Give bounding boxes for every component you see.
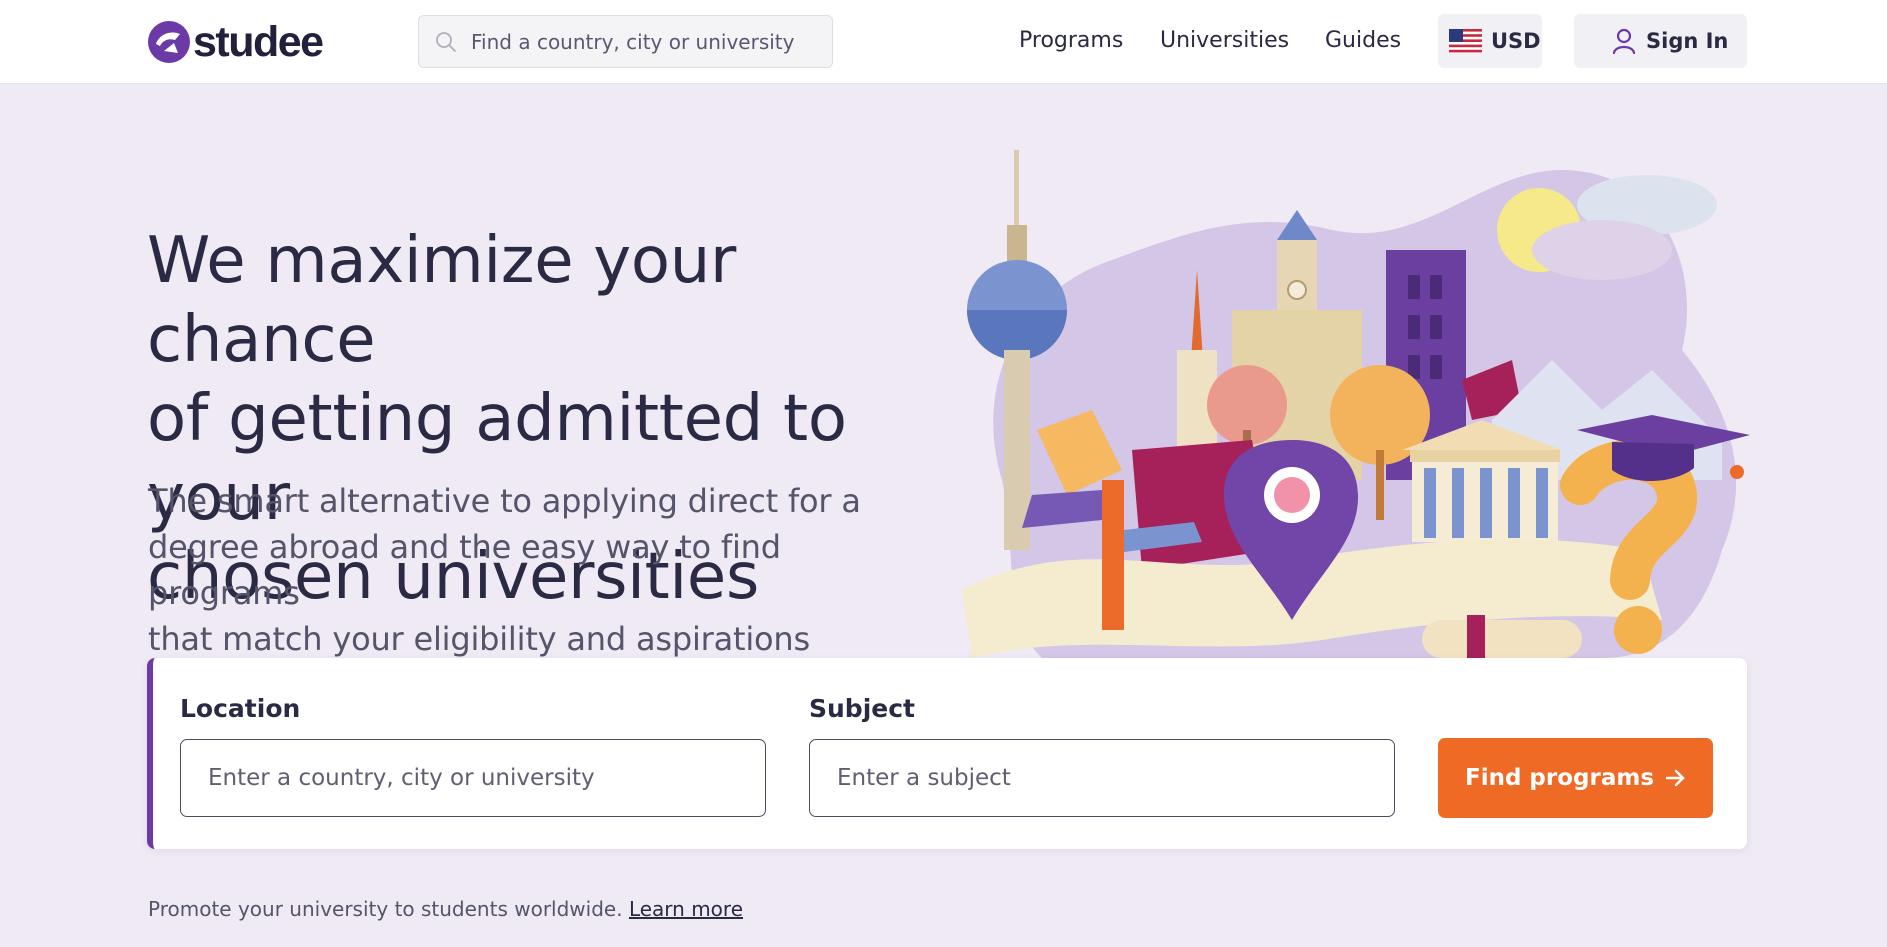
studee-logo[interactable]: studee [147,17,324,66]
sign-in-button[interactable]: Sign In [1574,14,1747,68]
us-flag-icon [1449,29,1482,53]
header-search[interactable] [418,15,833,68]
find-programs-label: Find programs [1464,765,1655,791]
nav-guides[interactable]: Guides [1325,28,1401,53]
currency-selector[interactable]: USD [1438,14,1542,68]
currency-label: USD [1491,29,1541,53]
location-label: Location [180,694,301,723]
sign-in-label: Sign In [1646,29,1729,53]
program-search-card: Location Subject Find programs [147,658,1747,849]
subhead-line-1: The smart alternative to applying direct… [148,482,861,520]
promo-text: Promote your university to students worl… [148,897,623,921]
studee-logo-icon [148,21,190,63]
hero-subheading: The smart alternative to applying direct… [148,478,908,662]
user-icon [1612,28,1636,54]
subject-input[interactable] [809,739,1395,817]
promo-line: Promote your university to students worl… [148,897,743,921]
arrow-right-icon [1666,769,1685,787]
header-search-input[interactable] [471,29,831,54]
learn-more-link[interactable]: Learn more [629,897,743,921]
subhead-line-3: that match your eligibility and aspirati… [148,620,810,658]
nav-programs[interactable]: Programs [1019,28,1123,53]
subhead-line-2: degree abroad and the easy way to find p… [148,528,781,612]
search-icon [436,31,456,52]
logo-text: studee [193,17,324,66]
subject-label: Subject [809,694,915,723]
location-input[interactable] [180,739,766,817]
find-programs-button[interactable]: Find programs [1438,738,1713,818]
headline-line-1: We maximize your chance [147,224,737,377]
hero-illustration [962,150,1752,658]
site-header: studee Programs Universities Guides USD … [0,0,1887,84]
nav-universities[interactable]: Universities [1160,28,1289,53]
